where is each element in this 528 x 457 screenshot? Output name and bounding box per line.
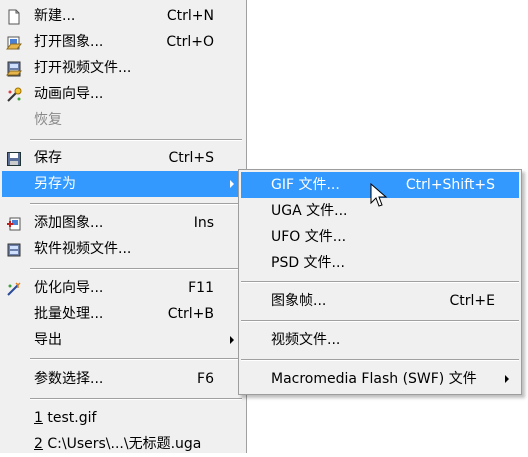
- menu-item-shortcut: F6: [197, 371, 214, 387]
- menu-separator: [241, 281, 519, 283]
- menu-item-label: 打开视频文件...: [34, 60, 132, 76]
- menu-separator: [241, 359, 519, 361]
- submenu-item-image-frame[interactable]: 图象帧... Ctrl+E: [241, 288, 519, 314]
- open-video-icon: [6, 60, 22, 77]
- menu-item-label: 新建...: [34, 8, 76, 24]
- file-menu: 新建... Ctrl+N 打开图象... Ctrl+O 打开视频文件... 动画…: [0, 0, 247, 453]
- menu-item-label: Macromedia Flash (SWF) 文件: [271, 371, 477, 387]
- menu-item-label: 软件视频文件...: [34, 241, 132, 257]
- menu-item-save-as[interactable]: 另存为: [2, 171, 244, 197]
- menu-item-save[interactable]: 保存 Ctrl+S: [2, 145, 244, 171]
- menu-item-open-video[interactable]: 打开视频文件...: [2, 55, 244, 81]
- menu-item-batch-process[interactable]: 批量处理... Ctrl+B: [2, 301, 244, 327]
- recent-file-2[interactable]: 2 C:\Users\...\无标题.uga: [2, 431, 244, 457]
- menu-separator: [30, 268, 242, 270]
- menu-item-software-video[interactable]: 软件视频文件...: [2, 236, 244, 262]
- mouse-cursor-icon: [370, 182, 388, 209]
- recent-file-number: 2: [34, 436, 43, 452]
- submenu-item-psd[interactable]: PSD 文件...: [241, 250, 519, 276]
- menu-item-label: 参数选择...: [34, 371, 104, 387]
- menu-item-label: PSD 文件...: [271, 255, 345, 271]
- menu-item-new[interactable]: 新建... Ctrl+N: [2, 3, 244, 29]
- menu-item-label: 批量处理...: [34, 306, 104, 322]
- menu-item-shortcut: Ctrl+B: [167, 306, 214, 322]
- menu-item-preferences[interactable]: 参数选择... F6: [2, 366, 244, 392]
- menu-item-label: 图象帧...: [271, 293, 327, 309]
- recent-file-name: test.gif: [42, 410, 97, 426]
- menu-item-label: UFO 文件...: [271, 229, 347, 245]
- recent-file-number: 1: [34, 410, 43, 426]
- menu-item-label: 保存: [34, 150, 62, 166]
- menu-separator: [30, 203, 242, 205]
- menu-item-shortcut: Ctrl+O: [166, 34, 214, 50]
- software-video-icon: [6, 241, 22, 257]
- menu-item-label: 恢复: [34, 112, 62, 128]
- menu-item-label: 另存为: [34, 176, 76, 192]
- menu-item-open-image[interactable]: 打开图象... Ctrl+O: [2, 29, 244, 55]
- menu-item-label: UGA 文件...: [271, 203, 348, 219]
- menu-item-shortcut: Ctrl+Shift+S: [405, 177, 495, 193]
- open-image-icon: [5, 34, 23, 50]
- menu-item-label: 动画向导...: [34, 86, 104, 102]
- menu-separator: [30, 358, 242, 360]
- recent-file-label: 2 C:\Users\...\无标题.uga: [34, 431, 201, 457]
- menu-item-shortcut: F11: [188, 280, 214, 296]
- menu-item-export[interactable]: 导出: [2, 327, 244, 353]
- save-icon: [6, 150, 22, 166]
- menu-item-animation-wizard[interactable]: 动画向导...: [2, 81, 244, 107]
- menu-item-optimize-wizard[interactable]: 优化向导... F11: [2, 275, 244, 301]
- menu-item-restore[interactable]: 恢复: [2, 107, 244, 133]
- submenu-item-video-file[interactable]: 视频文件...: [241, 327, 519, 353]
- submenu-arrow-icon: [505, 375, 509, 383]
- new-file-icon: [6, 8, 22, 25]
- menu-item-label: 添加图象...: [34, 215, 104, 231]
- menu-item-add-image[interactable]: 添加图象... Ins: [2, 210, 244, 236]
- recent-file-1[interactable]: 1 test.gif: [2, 405, 244, 431]
- menu-separator: [30, 398, 242, 400]
- animation-wizard-icon: [6, 86, 22, 102]
- add-image-icon: [6, 215, 22, 231]
- menu-item-label: GIF 文件...: [271, 177, 340, 193]
- menu-item-shortcut: Ctrl+E: [449, 293, 496, 309]
- recent-file-label: 1 test.gif: [34, 405, 96, 431]
- submenu-item-ufo[interactable]: UFO 文件...: [241, 224, 519, 250]
- menu-separator: [241, 320, 519, 322]
- menu-item-shortcut: Ctrl+N: [166, 8, 214, 24]
- menu-item-label: 导出: [34, 332, 62, 348]
- menu-item-label: 优化向导...: [34, 280, 104, 296]
- menu-item-shortcut: Ins: [193, 215, 214, 231]
- optimize-wizard-icon: [6, 280, 22, 296]
- submenu-item-flash[interactable]: Macromedia Flash (SWF) 文件: [241, 366, 519, 392]
- submenu-arrow-icon: [230, 180, 234, 188]
- menu-item-label: 视频文件...: [271, 332, 341, 348]
- menu-separator: [30, 139, 242, 141]
- submenu-arrow-icon: [230, 336, 234, 344]
- menu-item-shortcut: Ctrl+S: [168, 150, 214, 166]
- menu-item-label: 打开图象...: [34, 34, 104, 50]
- recent-file-name: C:\Users\...\无标题.uga: [42, 436, 202, 452]
